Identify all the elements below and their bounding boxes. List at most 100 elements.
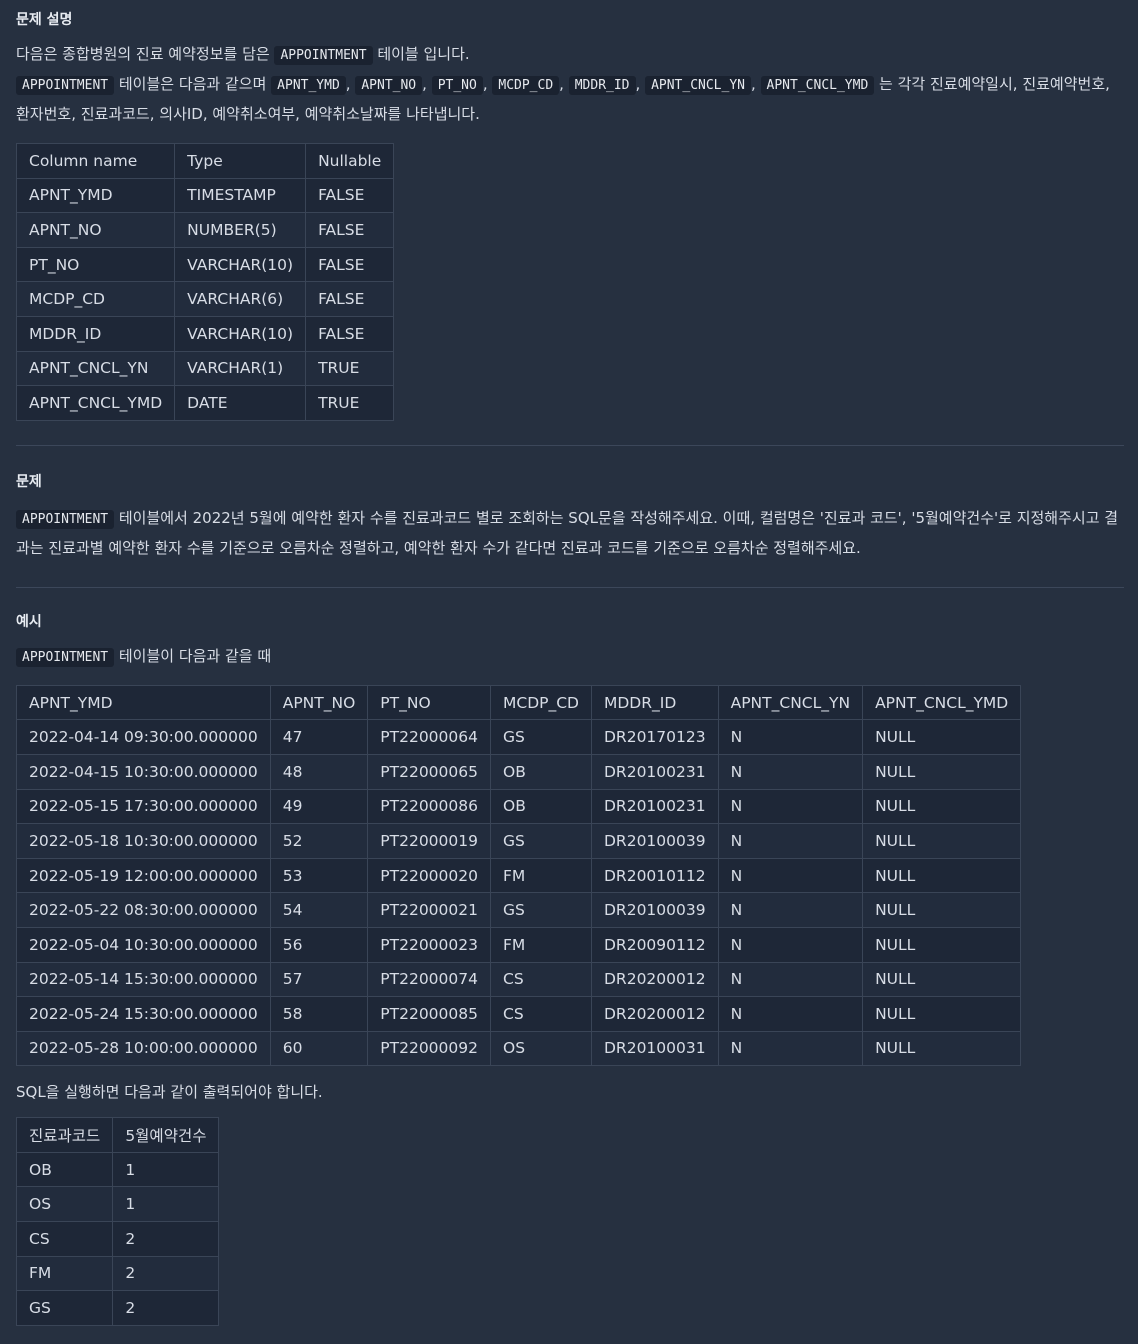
example-cell: GS [490, 892, 592, 928]
schema-cell: FALSE [305, 281, 395, 317]
schema-cell: NUMBER(5) [174, 212, 307, 248]
table-row: APNT_CNCL_YN VARCHAR(1) TRUE [15, 350, 395, 387]
example-cell: DR20100039 [591, 823, 719, 859]
table-row: APNT_YMD TIMESTAMP FALSE [15, 177, 395, 214]
table-row: 2022-05-15 17:30:00.000000 49 PT22000086 OB… [16, 788, 1022, 825]
example-cell: PT22000086 [367, 788, 491, 825]
column-code: APNT_NO [355, 76, 423, 95]
example-cell: 2022-05-18 10:30:00.000000 [16, 823, 271, 859]
example-cell: 54 [269, 892, 369, 928]
table-name-code: APPOINTMENT [16, 647, 115, 667]
example-cell: 2022-05-22 08:30:00.000000 [16, 892, 271, 928]
example-cell: N [717, 719, 864, 755]
example-cell: 57 [269, 961, 369, 998]
example-cell: DR20200012 [591, 996, 719, 1032]
table-row: 2022-05-04 10:30:00.000000 56 PT22000023 FM… [16, 926, 1022, 963]
result-header-row: 진료과코드 5월예약건수 [15, 1117, 220, 1153]
column-code: APNT_CNCL_YN [645, 76, 751, 95]
result-cell: CS [15, 1221, 114, 1257]
example-header-cell: APNT_CNCL_YN [717, 684, 864, 721]
table-row: 2022-05-14 15:30:00.000000 57 PT22000074 CS… [16, 961, 1022, 998]
schema-cell: TRUE [305, 350, 395, 387]
result-intro: SQL을 실행하면 다음과 같이 출력되어야 합니다. [16, 1083, 323, 1102]
schema-header-cell: Column name [15, 143, 176, 179]
section-title-problem: 문제 [16, 473, 42, 490]
table-row: 2022-05-24 15:30:00.000000 58 PT22000085 CS… [16, 996, 1022, 1032]
result-cell: OS [15, 1186, 114, 1223]
column-code: PT_NO [431, 76, 483, 95]
column-code: APNT_CNCL_YMD [760, 76, 875, 95]
table-row: 2022-05-22 08:30:00.000000 54 PT22000021 GS… [16, 892, 1022, 928]
table-row: APNT_CNCL_YMD DATE TRUE [15, 385, 395, 421]
schema-cell: MCDP_CD [15, 281, 176, 317]
example-cell: NULL [862, 892, 1022, 928]
table-name-code: APPOINTMENT [274, 46, 373, 65]
schema-table: Column name Type Nullable APNT_YMD TIMESTAM… [15, 143, 395, 421]
table-name-code: APPOINTMENT [16, 509, 115, 529]
schema-cell: DATE [174, 385, 307, 421]
example-cell: 60 [269, 1030, 369, 1067]
schema-cell: APNT_NO [15, 212, 176, 248]
example-cell: DR20100031 [591, 1030, 719, 1067]
example-cell: 53 [269, 857, 369, 894]
example-cell: NULL [862, 719, 1022, 755]
example-cell: PT22000064 [367, 719, 491, 755]
example-cell: PT22000074 [367, 961, 491, 998]
column-code-list: APNT_YMD, APNT_NO, PT_NO, MCDP_CD, MDDR_… [271, 75, 875, 95]
table-name-code: APPOINTMENT [16, 76, 115, 95]
description-paragraph-2: APPOINTMENT 테이블은 다음과 같으며 APNT_YMD, APNT_… [16, 75, 1110, 123]
table-row: 2022-05-28 10:00:00.000000 60 PT22000092 OS… [16, 1030, 1022, 1067]
schema-header-cell: Nullable [305, 143, 395, 179]
section-title-example: 예시 [16, 613, 42, 630]
result-cell: 1 [112, 1186, 220, 1223]
table-row: 2022-05-18 10:30:00.000000 52 PT22000019 GS… [16, 823, 1022, 859]
example-cell: N [717, 892, 864, 928]
example-cell: OB [490, 753, 592, 790]
table-row: CS 2 [15, 1221, 220, 1257]
result-cell: GS [15, 1290, 114, 1326]
example-cell: 2022-04-14 09:30:00.000000 [16, 719, 271, 755]
example-cell: 2022-05-14 15:30:00.000000 [16, 961, 271, 998]
result-cell: 2 [112, 1290, 220, 1326]
example-header-cell: PT_NO [367, 684, 491, 721]
example-cell: NULL [862, 753, 1022, 790]
schema-header-cell: Type [174, 143, 307, 179]
example-cell: N [717, 857, 864, 894]
problem-text: APPOINTMENT 테이블에서 2022년 5월에 예약한 환자 수를 진료… [16, 508, 1119, 557]
table-row: APNT_NO NUMBER(5) FALSE [15, 212, 395, 248]
example-cell: 2022-05-24 15:30:00.000000 [16, 996, 271, 1032]
section-title-description: 문제 설명 [16, 12, 73, 28]
schema-cell: TIMESTAMP [174, 177, 307, 214]
table-row: 2022-04-14 09:30:00.000000 47 PT22000064 GS… [16, 719, 1022, 755]
example-cell: GS [490, 823, 592, 859]
example-cell: NULL [862, 996, 1022, 1032]
schema-cell: APNT_YMD [15, 177, 176, 214]
schema-cell: VARCHAR(10) [174, 315, 307, 352]
example-cell: 58 [269, 996, 369, 1032]
table-row: GS 2 [15, 1290, 220, 1326]
schema-cell: APNT_CNCL_YN [15, 350, 176, 387]
example-cell: N [717, 996, 864, 1032]
example-cell: 56 [269, 926, 369, 963]
schema-header-row: Column name Type Nullable [15, 143, 395, 179]
schema-cell: FALSE [305, 177, 395, 214]
example-cell: N [717, 788, 864, 825]
example-cell: N [717, 753, 864, 790]
example-cell: GS [490, 719, 592, 755]
example-cell: FM [490, 926, 592, 963]
example-cell: 2022-05-19 12:00:00.000000 [16, 857, 271, 894]
example-cell: 52 [269, 823, 369, 859]
example-cell: NULL [862, 926, 1022, 963]
schema-cell: FALSE [305, 212, 395, 248]
example-header-cell: APNT_YMD [16, 684, 271, 721]
example-cell: N [717, 1030, 864, 1067]
example-cell: 2022-05-28 10:00:00.000000 [16, 1030, 271, 1067]
example-cell: DR20100039 [591, 892, 719, 928]
example-cell: DR20200012 [591, 961, 719, 998]
example-cell: PT22000065 [367, 753, 491, 790]
column-code: MDDR_ID [568, 76, 636, 95]
table-row: PT_NO VARCHAR(10) FALSE [15, 246, 395, 283]
example-cell: 49 [269, 788, 369, 825]
example-cell: DR20090112 [591, 926, 719, 963]
example-cell: N [717, 926, 864, 963]
